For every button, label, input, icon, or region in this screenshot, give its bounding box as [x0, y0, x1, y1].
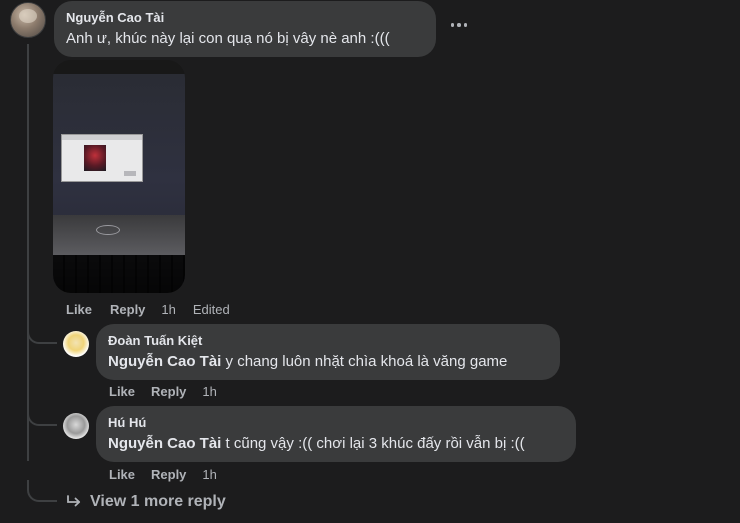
thread-branch [27, 404, 57, 426]
reply-arrow-icon [66, 495, 82, 509]
comment-photo[interactable] [53, 60, 185, 293]
comment-text: Anh ư, khúc này lại con quạ nó bị vây nè… [66, 30, 390, 47]
laptop-logo [96, 225, 120, 235]
reply-author[interactable]: Đoàn Tuấn Kiệt [108, 333, 202, 348]
mention-link[interactable]: Nguyễn Cao Tài [108, 435, 221, 452]
view-more-label: View 1 more reply [90, 493, 226, 510]
reply-body: t cũng vậy :(( chơi lại 3 khúc đấy rồi v… [225, 435, 525, 452]
reply-author[interactable]: Hú Hú [108, 415, 146, 430]
like-button[interactable]: Like [109, 467, 135, 482]
reply-actions: Like Reply 1h [109, 384, 217, 399]
reply-body: y chang luôn nhặt chìa khoá là văng game [225, 353, 508, 370]
photo-window [61, 134, 143, 182]
reply-text: Nguyễn Cao Tài t cũng vậy :(( chơi lại 3… [108, 435, 525, 452]
more-options-icon[interactable] [448, 18, 470, 32]
reply-bubble: Hú Hú Nguyễn Cao Tài t cũng vậy :(( chơi… [96, 406, 576, 462]
reply-button[interactable]: Reply [151, 384, 186, 399]
thread-line [27, 44, 29, 461]
timestamp[interactable]: 1h [202, 384, 216, 399]
thread-branch [27, 322, 57, 344]
comment-actions: Like Reply 1h Edited [66, 302, 230, 317]
reply-button[interactable]: Reply [110, 302, 145, 317]
like-button[interactable]: Like [66, 302, 92, 317]
avatar[interactable] [63, 413, 89, 439]
photo-keyboard [53, 255, 185, 293]
timestamp[interactable]: 1h [161, 302, 175, 317]
comment-bubble: Nguyễn Cao Tài Anh ư, khúc này lại con q… [54, 1, 436, 57]
reply-bubble: Đoàn Tuấn Kiệt Nguyễn Cao Tài y chang lu… [96, 324, 560, 380]
mention-link[interactable]: Nguyễn Cao Tài [108, 353, 221, 370]
view-more-replies-button[interactable]: View 1 more reply [66, 493, 226, 511]
edited-label: Edited [192, 302, 230, 317]
like-button[interactable]: Like [109, 384, 135, 399]
thread-branch [27, 480, 57, 502]
avatar[interactable] [10, 2, 46, 38]
reply-actions: Like Reply 1h [109, 467, 217, 482]
reply-button[interactable]: Reply [151, 467, 186, 482]
comment-author[interactable]: Nguyễn Cao Tài [66, 10, 164, 25]
photo-laptop-bezel [53, 215, 185, 255]
reply-text: Nguyễn Cao Tài y chang luôn nhặt chìa kh… [108, 353, 507, 370]
avatar[interactable] [63, 331, 89, 357]
timestamp[interactable]: 1h [202, 467, 216, 482]
